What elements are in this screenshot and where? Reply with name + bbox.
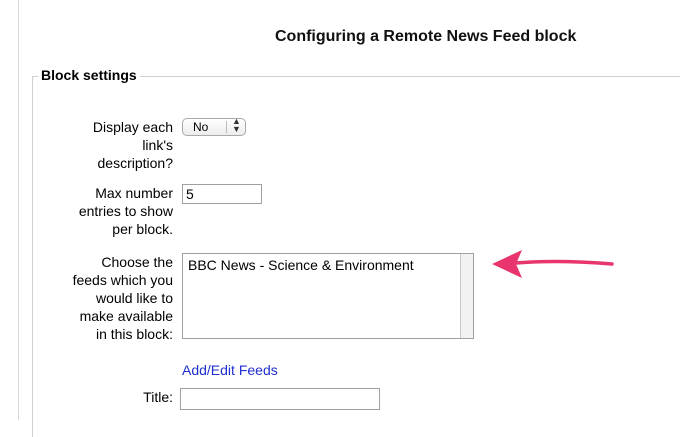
display-description-label: Display each link's description? (92, 119, 173, 171)
feeds-listbox[interactable]: BBC News - Science & Environment (182, 253, 474, 339)
select-arrows-icon: ▲ ▼ (232, 116, 241, 134)
listbox-scrollbar[interactable] (460, 254, 473, 338)
feeds-label: Choose the feeds which you would like to… (72, 254, 173, 342)
max-entries-label: Max number entries to show per block. (78, 185, 173, 237)
pointer-arrow-icon (492, 250, 614, 278)
title-input[interactable] (180, 388, 380, 410)
fieldset-legend: Block settings (38, 67, 140, 83)
select-value: No (193, 120, 209, 134)
feed-option[interactable]: BBC News - Science & Environment (188, 257, 414, 273)
display-description-select[interactable]: No ▲ ▼ (182, 116, 246, 136)
max-entries-input[interactable] (182, 184, 262, 204)
add-edit-feeds-link[interactable]: Add/Edit Feeds (182, 362, 278, 378)
title-label: Title: (143, 389, 173, 405)
page-title: Configuring a Remote News Feed block (275, 28, 577, 45)
